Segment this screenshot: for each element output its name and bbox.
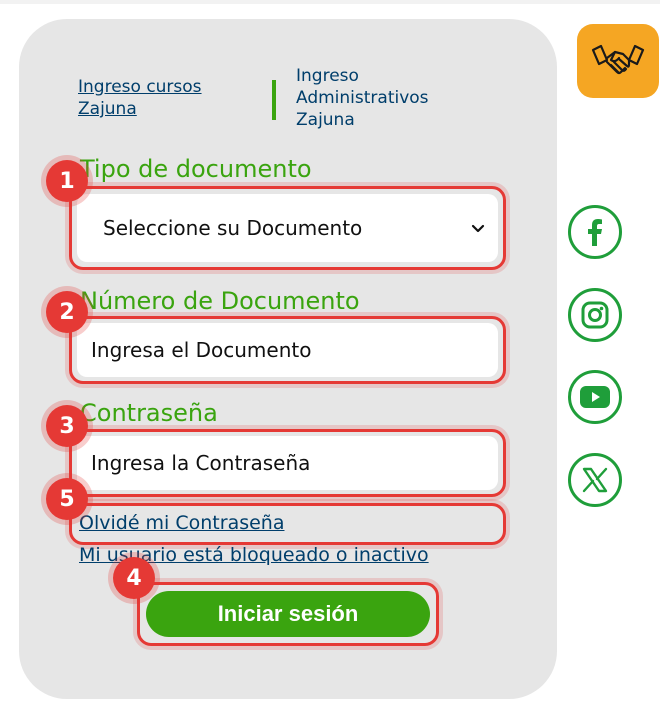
- login-button[interactable]: Iniciar sesión: [146, 591, 430, 637]
- annotation-badge-5: 5: [46, 478, 88, 520]
- doc-type-selected-value: Seleccione su Documento: [103, 216, 363, 240]
- admin-login-tab[interactable]: Ingreso Administrativos Zajuna: [296, 65, 476, 131]
- password-placeholder: Ingresa la Contraseña: [91, 451, 311, 475]
- instagram-icon[interactable]: [568, 288, 622, 342]
- youtube-glyph: [580, 386, 610, 408]
- facebook-icon[interactable]: [568, 205, 622, 259]
- top-border: [0, 0, 660, 4]
- doc-type-select[interactable]: Seleccione su Documento: [77, 194, 498, 262]
- handshake-help-button[interactable]: [577, 24, 659, 98]
- annotation-badge-2: 2: [46, 291, 88, 333]
- doc-number-label: Número de Documento: [80, 287, 360, 315]
- annotation-badge-4: 4: [113, 557, 155, 599]
- youtube-icon[interactable]: [568, 370, 622, 424]
- doc-type-label: Tipo de documento: [80, 155, 312, 183]
- facebook-glyph: [588, 219, 602, 246]
- password-input[interactable]: Ingresa la Contraseña: [77, 436, 498, 490]
- nav-divider: [272, 80, 276, 120]
- courses-login-link[interactable]: Ingreso cursos Zajuna: [78, 76, 248, 120]
- password-label: Contraseña: [80, 399, 218, 427]
- instagram-glyph: [581, 301, 609, 329]
- forgot-password-link[interactable]: Olvidé mi Contraseña: [79, 511, 284, 535]
- annotation-badge-1: 1: [46, 160, 88, 202]
- x-glyph: [582, 467, 608, 493]
- doc-number-input[interactable]: Ingresa el Documento: [77, 323, 498, 377]
- handshake-icon: [591, 44, 645, 75]
- x-icon[interactable]: [568, 453, 622, 507]
- doc-number-placeholder: Ingresa el Documento: [91, 338, 312, 362]
- chevron-down-icon: [471, 224, 485, 233]
- annotation-badge-3: 3: [46, 405, 88, 447]
